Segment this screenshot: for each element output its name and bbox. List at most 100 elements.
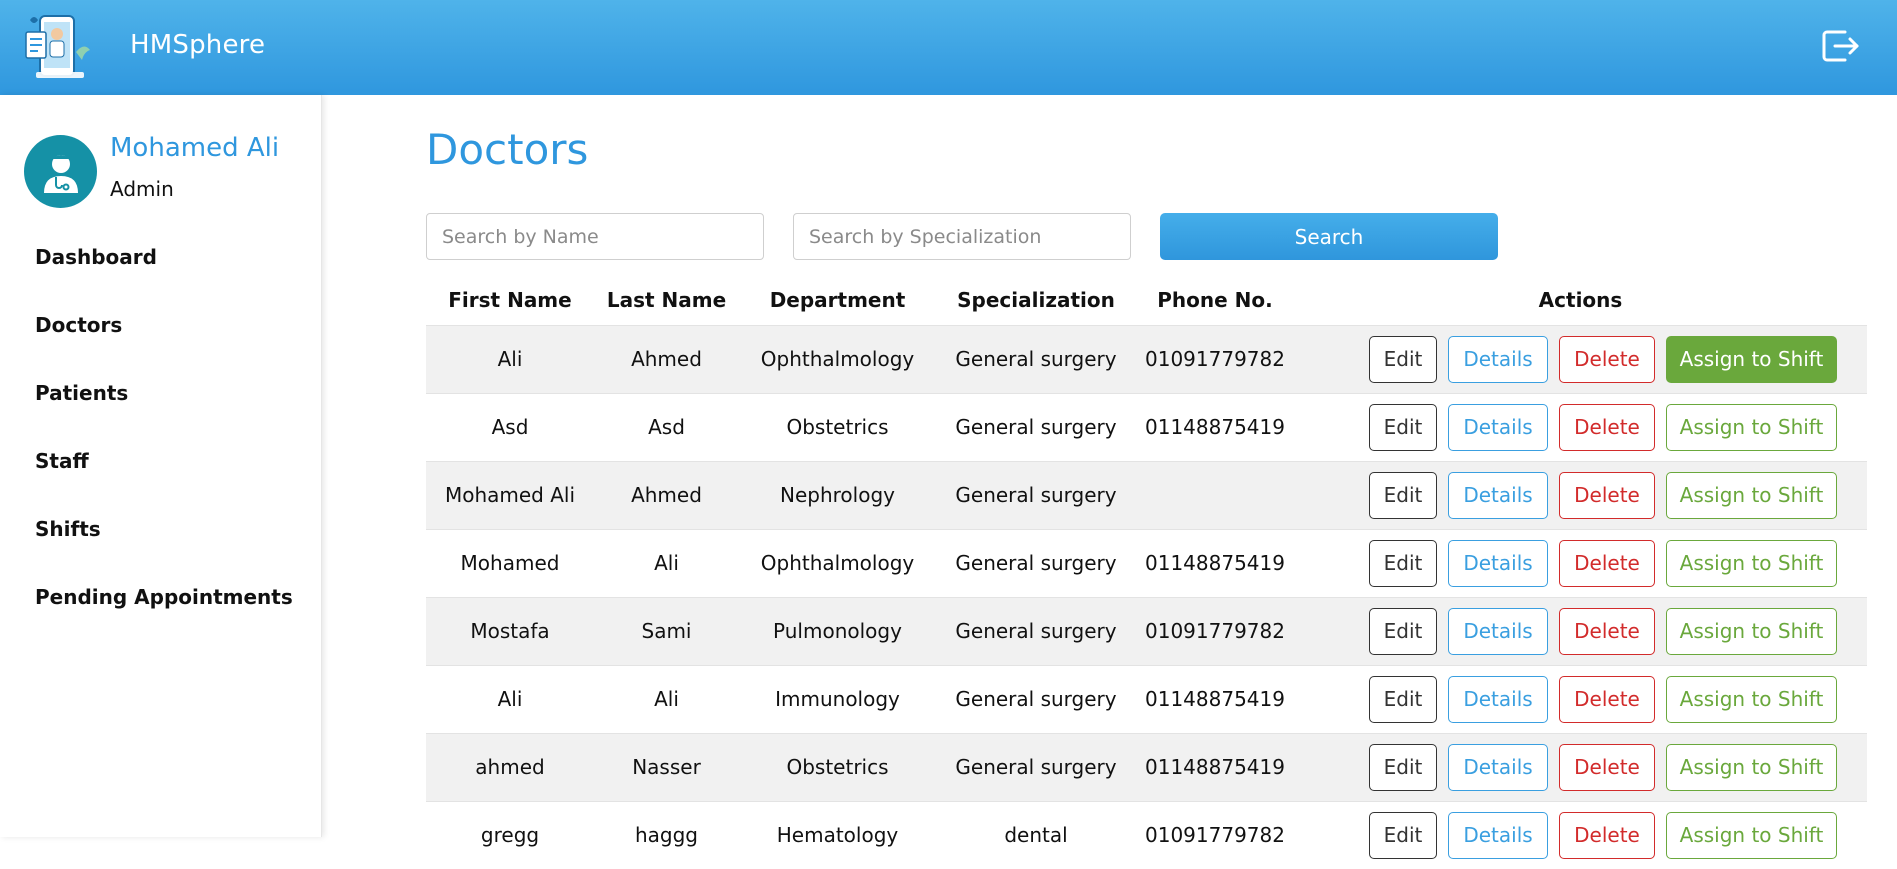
- doctors-table: First Name Last Name Department Speciali…: [426, 275, 1867, 869]
- delete-button[interactable]: Delete: [1559, 743, 1655, 791]
- table-row: Mohamed Ali Ahmed Nephrology General surger…: [426, 461, 1867, 529]
- doctor-clipboard-logo-icon[interactable]: [22, 12, 98, 84]
- search-button[interactable]: Search: [1160, 213, 1498, 260]
- details-button[interactable]: Details: [1448, 403, 1548, 451]
- cell-last-name: Nasser: [632, 755, 701, 779]
- table-row: Ali Ahmed Ophthalmology General surgery 0109…: [426, 325, 1867, 393]
- doctor-avatar-icon: [24, 135, 97, 208]
- cell-last-name: haggg: [634, 823, 699, 848]
- assign-to-shift-button[interactable]: Assign to Shift: [1666, 471, 1837, 519]
- header-department: Department: [769, 287, 906, 312]
- cell-actions: Edit Details Delete Assign to Shift: [1294, 801, 1867, 869]
- assign-to-shift-button[interactable]: Assign to Shift: [1666, 335, 1837, 383]
- header-last-name: Last Name: [606, 287, 727, 312]
- edit-button[interactable]: Edit: [1369, 403, 1437, 451]
- cell-actions: Edit Details Delete Assign to Shift: [1294, 597, 1867, 665]
- cell-first-name: Mostafa: [470, 619, 550, 643]
- table-row: gregg haggg Hematology dental 01091779782 Edi…: [426, 801, 1867, 869]
- cell-specialization: General surgery: [955, 755, 1117, 779]
- cell-actions: Edit Details Delete Assign to Shift: [1294, 325, 1867, 393]
- edit-button[interactable]: Edit: [1369, 675, 1437, 723]
- cell-last-name: Ahmed: [631, 347, 702, 371]
- sidebar-item-shifts[interactable]: Shifts: [35, 517, 293, 585]
- search-specialization-input[interactable]: [793, 213, 1131, 260]
- cell-specialization: General surgery: [955, 687, 1117, 711]
- cell-department: Ophthalmology: [760, 347, 915, 371]
- sidebar-item-doctors[interactable]: Doctors: [35, 313, 293, 381]
- cell-first-name: Mohamed: [460, 551, 560, 575]
- cell-phone: 01148875419: [1145, 551, 1285, 575]
- cell-first-name: Mohamed Ali: [444, 483, 576, 507]
- assign-to-shift-button[interactable]: Assign to Shift: [1666, 403, 1837, 451]
- cell-specialization: dental: [1004, 823, 1068, 848]
- cell-actions: Edit Details Delete Assign to Shift: [1294, 393, 1867, 461]
- page-title: Doctors: [426, 125, 589, 174]
- assign-to-shift-button[interactable]: Assign to Shift: [1666, 539, 1837, 587]
- cell-phone: [1136, 461, 1294, 529]
- user-role: Admin: [110, 177, 174, 201]
- edit-button[interactable]: Edit: [1369, 811, 1437, 859]
- cell-phone: 01148875419: [1145, 415, 1285, 439]
- table-row: Mohamed Ali Ophthalmology General surgery 01…: [426, 529, 1867, 597]
- edit-button[interactable]: Edit: [1369, 743, 1437, 791]
- cell-department: Ophthalmology: [760, 551, 915, 575]
- table-header-row: First Name Last Name Department Speciali…: [426, 275, 1867, 325]
- cell-last-name: Asd: [648, 415, 685, 439]
- delete-button[interactable]: Delete: [1559, 607, 1655, 655]
- cell-phone: 01091779782: [1145, 347, 1285, 371]
- details-button[interactable]: Details: [1448, 743, 1548, 791]
- details-button[interactable]: Details: [1448, 539, 1548, 587]
- cell-actions: Edit Details Delete Assign to Shift: [1294, 461, 1867, 529]
- header-first-name: First Name: [448, 287, 572, 312]
- search-name-input[interactable]: [426, 213, 764, 260]
- details-button[interactable]: Details: [1448, 335, 1548, 383]
- edit-button[interactable]: Edit: [1369, 335, 1437, 383]
- details-button[interactable]: Details: [1448, 607, 1548, 655]
- sidebar-item-pending-appointments[interactable]: Pending Appointments: [35, 585, 293, 653]
- delete-button[interactable]: Delete: [1559, 471, 1655, 519]
- cell-department: Nephrology: [780, 483, 895, 507]
- cell-first-name: ahmed: [475, 755, 545, 779]
- cell-last-name: Ali: [654, 687, 679, 711]
- details-button[interactable]: Details: [1448, 471, 1548, 519]
- cell-actions: Edit Details Delete Assign to Shift: [1294, 665, 1867, 733]
- top-bar: HMSphere: [0, 0, 1897, 95]
- user-name: Mohamed Ali: [110, 133, 280, 163]
- assign-to-shift-button[interactable]: Assign to Shift: [1666, 743, 1837, 791]
- cell-actions: Edit Details Delete Assign to Shift: [1294, 733, 1867, 801]
- cell-phone: 01148875419: [1145, 755, 1285, 779]
- cell-last-name: Ahmed: [631, 483, 702, 507]
- header-specialization: Specialization: [957, 287, 1115, 312]
- sidebar-item-patients[interactable]: Patients: [35, 381, 293, 449]
- details-button[interactable]: Details: [1448, 811, 1548, 859]
- sidebar-nav: Dashboard Doctors Patients Staff Shifts …: [35, 245, 293, 653]
- sidebar-item-staff[interactable]: Staff: [35, 449, 293, 517]
- header-phone: Phone No.: [1157, 287, 1273, 312]
- cell-department: Pulmonology: [773, 619, 902, 643]
- table-row: Asd Asd Obstetrics General surgery 011488754…: [426, 393, 1867, 461]
- cell-specialization: General surgery: [955, 619, 1117, 643]
- cell-last-name: Ali: [654, 551, 679, 575]
- delete-button[interactable]: Delete: [1559, 335, 1655, 383]
- assign-to-shift-button[interactable]: Assign to Shift: [1666, 675, 1837, 723]
- cell-department: Obstetrics: [786, 755, 889, 779]
- edit-button[interactable]: Edit: [1369, 607, 1437, 655]
- details-button[interactable]: Details: [1448, 675, 1548, 723]
- edit-button[interactable]: Edit: [1369, 471, 1437, 519]
- cell-specialization: General surgery: [955, 347, 1117, 371]
- logout-icon[interactable]: [1821, 28, 1861, 64]
- cell-department: Obstetrics: [786, 415, 889, 439]
- delete-button[interactable]: Delete: [1559, 403, 1655, 451]
- assign-to-shift-button[interactable]: Assign to Shift: [1666, 811, 1837, 859]
- sidebar-item-dashboard[interactable]: Dashboard: [35, 245, 293, 313]
- doctors-table-body: Ali Ahmed Ophthalmology General surgery 0109…: [426, 325, 1867, 869]
- cell-first-name: Ali: [497, 687, 523, 711]
- cell-phone: 01091779782: [1145, 619, 1285, 643]
- delete-button[interactable]: Delete: [1559, 675, 1655, 723]
- delete-button[interactable]: Delete: [1559, 539, 1655, 587]
- cell-actions: Edit Details Delete Assign to Shift: [1294, 529, 1867, 597]
- assign-to-shift-button[interactable]: Assign to Shift: [1666, 607, 1837, 655]
- edit-button[interactable]: Edit: [1369, 539, 1437, 587]
- app-brand: HMSphere: [130, 30, 266, 60]
- delete-button[interactable]: Delete: [1559, 811, 1655, 859]
